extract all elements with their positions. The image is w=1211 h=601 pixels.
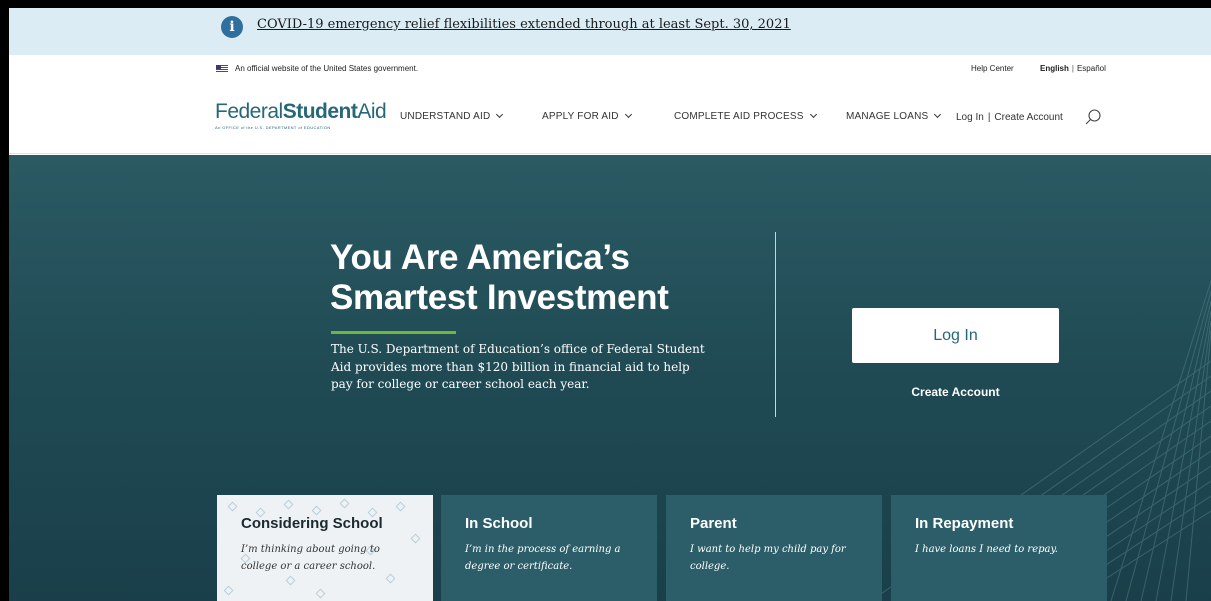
- card-description: I want to help my child pay for college.: [690, 544, 846, 572]
- card-title: In School: [465, 515, 533, 532]
- lang-separator: |: [1071, 64, 1074, 73]
- official-banner: An official website of the United States…: [9, 55, 1211, 81]
- card-description: I’m thinking about going to college or a…: [241, 544, 380, 572]
- language-switcher: English | Español: [1040, 64, 1106, 73]
- nav-item-label: APPLY FOR AID: [542, 111, 619, 122]
- hero-divider: [775, 232, 776, 417]
- hero-title: You Are America’s Smartest Investment: [330, 238, 669, 317]
- hero-login-button[interactable]: Log In: [852, 308, 1059, 363]
- logo-subtitle: An OFFICE of the U.S. DEPARTMENT of EDUC…: [215, 125, 331, 130]
- card-in-repayment[interactable]: In Repayment I have loans I need to repa…: [891, 495, 1107, 601]
- card-title: Parent: [690, 515, 737, 532]
- chevron-down-icon: [934, 110, 942, 119]
- nav-item-label: UNDERSTAND AID: [400, 111, 491, 122]
- nav-apply-for-aid[interactable]: APPLY FOR AID: [542, 110, 632, 122]
- info-icon: i: [221, 16, 243, 38]
- chevron-down-icon: [496, 110, 504, 119]
- nav-item-label: MANAGE LOANS: [846, 111, 929, 122]
- official-website-text: An official website of the United States…: [235, 64, 419, 73]
- nav-account-links: Log In | Create Account: [956, 112, 1063, 123]
- nav-understand-aid[interactable]: UNDERSTAND AID: [400, 110, 504, 122]
- card-title: In Repayment: [915, 515, 1014, 532]
- card-considering-school[interactable]: Considering School I’m thinking about go…: [217, 495, 433, 601]
- chevron-down-icon: [624, 110, 632, 119]
- nav-complete-aid-process[interactable]: COMPLETE AID PROCESS: [674, 110, 817, 122]
- card-description: I have loans I need to repay.: [915, 544, 1058, 555]
- nav-create-account-link[interactable]: Create Account: [994, 112, 1062, 123]
- main-nav: FederalStudentAid An OFFICE of the U.S. …: [9, 81, 1211, 154]
- lang-english-link[interactable]: English: [1040, 64, 1069, 73]
- chevron-down-icon: [809, 110, 817, 119]
- card-description: I’m in the process of earning a degree o…: [465, 544, 621, 572]
- hero-description: The U.S. Department of Education’s offic…: [331, 342, 705, 391]
- covid-alert-link[interactable]: COVID-19 emergency relief flexibilities …: [257, 17, 791, 32]
- hero-create-account-link[interactable]: Create Account: [852, 385, 1059, 399]
- card-title: Considering School: [241, 515, 383, 532]
- nav-login-separator: |: [987, 112, 991, 123]
- us-flag-icon: [216, 65, 228, 72]
- logo-wordmark: FederalStudentAid: [215, 100, 387, 123]
- help-center-link[interactable]: Help Center: [971, 64, 1014, 73]
- nav-manage-loans[interactable]: MANAGE LOANS: [846, 110, 942, 122]
- alert-banner: i COVID-19 emergency relief flexibilitie…: [9, 8, 1211, 55]
- hero-section: You Are America’s Smartest Investment The…: [9, 155, 1211, 601]
- page-frame: i COVID-19 emergency relief flexibilitie…: [9, 8, 1211, 601]
- lang-spanish-link[interactable]: Español: [1077, 64, 1106, 73]
- card-parent[interactable]: Parent I want to help my child pay for c…: [666, 495, 882, 601]
- nav-login-link[interactable]: Log In: [956, 112, 984, 123]
- fsa-logo[interactable]: FederalStudentAid An OFFICE of the U.S. …: [215, 100, 387, 130]
- card-in-school[interactable]: In School I’m in the process of earning …: [441, 495, 657, 601]
- search-icon[interactable]: [1084, 108, 1102, 126]
- nav-item-label: COMPLETE AID PROCESS: [674, 111, 804, 122]
- hero-accent-rule: [331, 331, 456, 334]
